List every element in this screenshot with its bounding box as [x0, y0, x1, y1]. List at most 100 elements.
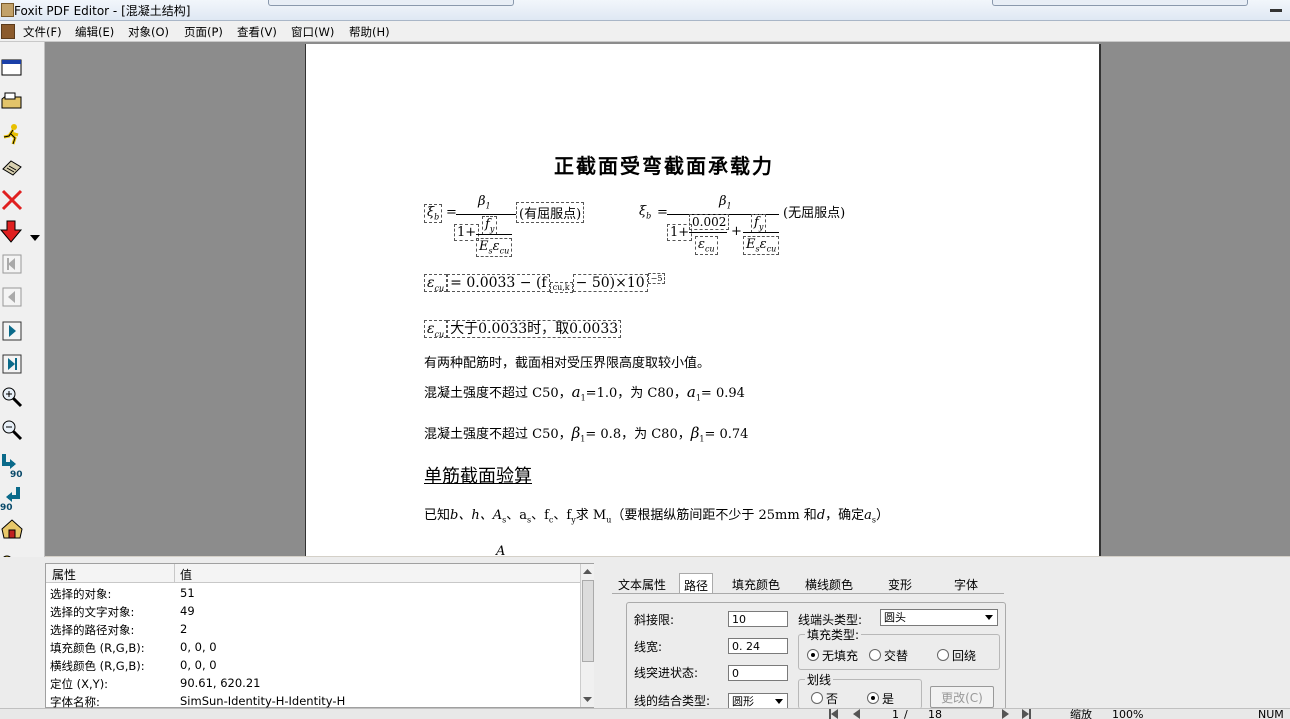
text-line-2[interactable]: 混凝土强度不超过 C50，a1=1.0，为 C80，a1= 0.94 — [424, 382, 745, 403]
download-dropdown[interactable] — [30, 230, 40, 244]
fill-option-winding-label: 回绕 — [952, 649, 977, 663]
rotate-right-button[interactable]: 90 — [0, 483, 24, 511]
miter-label: 斜接限: — [634, 613, 675, 627]
menu-file[interactable]: 文件(F) — [23, 24, 62, 40]
chevron-down-icon — [985, 615, 993, 620]
title-bar: Foxit PDF Editor - [混凝土结构] — [0, 0, 1290, 21]
page-heading[interactable]: 正截面受弯截面承载力 — [554, 150, 774, 179]
fill-option-alternate[interactable]: 交替 — [869, 647, 908, 664]
radio-selected-icon — [807, 649, 819, 661]
download-icon — [0, 220, 23, 243]
tab-fill-color[interactable]: 填充颜色 — [732, 576, 780, 594]
home-button[interactable] — [0, 517, 24, 541]
dash-state-input[interactable]: 0 — [728, 665, 788, 681]
text-line-4[interactable]: 已知b、h、As、as、fc、fy求 Mu（要根据纵筋间距不少于 25mm 和d… — [424, 504, 889, 525]
equation-epsilon-limit[interactable]: εcu 大于0.0033时，取0.0033 — [424, 318, 622, 339]
previous-page-icon — [2, 287, 22, 307]
table-row[interactable]: 填充颜色 (R,G,B): 0, 0, 0 — [46, 638, 580, 656]
previous-page-button[interactable] — [0, 285, 24, 309]
properties-table[interactable]: 属性 值 选择的对象: 51 选择的文字对象: 49 选择的路径对象: 2 填充颜色 … — [45, 563, 594, 709]
open-folder-icon — [1, 92, 22, 109]
radio-icon — [811, 692, 823, 704]
text-line-1[interactable]: 有两种配筋时，截面相对受压界限高度取较小值。 — [424, 352, 710, 371]
stroke-option-no-label: 否 — [826, 692, 839, 706]
fill-option-winding[interactable]: 回绕 — [937, 647, 976, 664]
header-attribute[interactable]: 属性 — [52, 566, 76, 583]
eq1-note: (有屈服点) — [516, 202, 585, 223]
table-row[interactable]: 选择的文字对象: 49 — [46, 602, 580, 620]
fill-type-label: 填充类型: — [805, 626, 862, 643]
zoom-in-button[interactable] — [0, 385, 24, 409]
table-row[interactable]: 选择的路径对象: 2 — [46, 620, 580, 638]
equation-epsilon-cu[interactable]: εcu = 0.0033 − (f cu,k − 50)×10 −5 — [424, 273, 666, 294]
tab-transform[interactable]: 变形 — [888, 576, 912, 594]
fill-option-alternate-label: 交替 — [884, 649, 909, 663]
first-page-button[interactable] — [0, 252, 24, 276]
open-button[interactable] — [0, 89, 24, 113]
menu-object[interactable]: 对象(O) — [128, 24, 169, 40]
menu-page[interactable]: 页面(P) — [184, 24, 223, 40]
new-document-icon — [1, 59, 22, 76]
stroke-option-yes-label: 是 — [882, 692, 895, 706]
chevron-down-icon — [30, 235, 40, 241]
subheading-single-rebar[interactable]: 单筋截面验算 — [424, 462, 532, 488]
tab-path[interactable]: 路径 — [679, 573, 714, 594]
next-page-button[interactable] — [0, 319, 24, 343]
new-document-button[interactable] — [0, 56, 24, 80]
rotate-left-button[interactable]: 90 — [0, 450, 24, 478]
menu-help[interactable]: 帮助(H) — [349, 24, 390, 40]
home-icon — [1, 519, 23, 539]
radio-icon — [869, 649, 881, 661]
text-line-3[interactable]: 混凝土强度不超过 C50，β1= 0.8，为 C80，β1= 0.74 — [424, 423, 748, 444]
app-icon — [1, 3, 14, 17]
download-button[interactable] — [0, 220, 24, 244]
window-title: Foxit PDF Editor - [混凝土结构] — [14, 4, 191, 18]
rotate-left-icon: 90 — [2, 454, 23, 478]
dash-state-label: 线突进状态: — [634, 666, 699, 680]
pdf-page[interactable]: 正截面受弯截面承载力 ξb = β1 1+ fy Esεcu (有屈服点) ξb… — [305, 44, 1101, 556]
minimize-button[interactable] — [1262, 0, 1290, 14]
menu-window[interactable]: 窗口(W) — [291, 24, 334, 40]
table-row[interactable]: 定位 (X,Y): 90.61, 620.21 — [46, 674, 580, 692]
line-width-input[interactable]: 0. 24 — [728, 638, 788, 654]
rotate-right-icon: 90 — [0, 487, 20, 511]
header-value[interactable]: 值 — [180, 566, 192, 583]
properties-scrollbar[interactable] — [580, 564, 594, 707]
menu-bar: 文件(F) 编辑(E) 对象(O) 页面(P) 查看(V) 窗口(W) 帮助(H… — [0, 21, 1290, 42]
status-bar: 1 / 18 缩放 100% NUM — [0, 708, 1290, 719]
stroke-option-no[interactable]: 否 — [811, 690, 838, 707]
equation-xi-b-yield[interactable]: ξb = β1 1+ fy Esεcu (有屈服点) — [424, 194, 614, 260]
miter-input[interactable]: 10 — [728, 611, 788, 627]
stamp-button[interactable] — [0, 155, 24, 179]
line-join-select[interactable]: 圆形 — [728, 693, 788, 709]
text-fragment: A — [496, 544, 506, 556]
equation-xi-b-no-yield[interactable]: ξb = β1 1+ 0.002 εcu + fy Esεcu (无屈服点) — [639, 194, 879, 260]
tab-stroke-color[interactable]: 横线颜色 — [805, 576, 853, 594]
menu-view[interactable]: 查看(V) — [237, 24, 277, 40]
scroll-down-icon — [583, 697, 592, 702]
tab-text-properties[interactable]: 文本属性 — [618, 576, 666, 594]
next-page-icon — [2, 321, 22, 341]
zoom-out-button[interactable] — [0, 418, 24, 442]
fill-option-none-label: 无填充 — [822, 649, 859, 663]
scroll-thumb[interactable] — [582, 580, 594, 662]
properties-header: 属性 值 — [46, 564, 580, 583]
table-row[interactable]: 选择的对象: 51 — [46, 584, 580, 602]
fill-type-group: 填充类型: 无填充 交替 回绕 — [798, 626, 1000, 670]
fill-option-none[interactable]: 无填充 — [807, 647, 858, 664]
last-page-button[interactable] — [0, 352, 24, 376]
tab-font[interactable]: 字体 — [954, 576, 978, 594]
run-button[interactable] — [0, 122, 24, 146]
line-cap-select[interactable]: 圆头 — [880, 609, 998, 626]
table-row[interactable]: 横线颜色 (R,G,B): 0, 0, 0 — [46, 656, 580, 674]
delete-button[interactable] — [0, 188, 24, 212]
stroke-option-yes[interactable]: 是 — [867, 690, 894, 707]
change-button[interactable]: 更改(C) — [930, 686, 994, 708]
radio-icon — [937, 649, 949, 661]
stroke-group: 划线 否 是 — [798, 671, 922, 709]
eq2-note: (无屈服点) — [783, 206, 846, 221]
document-icon[interactable] — [1, 24, 15, 39]
menu-edit[interactable]: 编辑(E) — [75, 24, 114, 40]
left-toolbar: 90 90 ? — [0, 42, 45, 610]
stroke-label: 划线 — [805, 671, 834, 688]
